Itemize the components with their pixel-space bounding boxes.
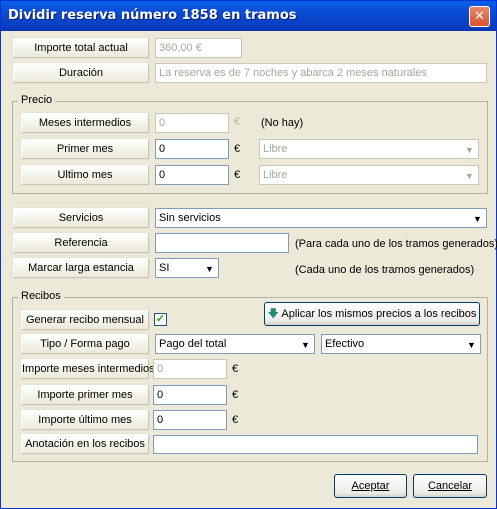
importe-meses-label: Importe meses intermedios [21, 359, 155, 379]
meses-euro: € [234, 116, 241, 128]
forma-pago-select[interactable]: Efectivo ▼ [321, 334, 481, 354]
larga-estancia-value: SI [159, 262, 170, 274]
cancelar-button[interactable]: Cancelar [413, 474, 487, 498]
arrow-down-icon: 🡇 [267, 308, 279, 320]
importe-ultimo-label: Importe último mes [21, 410, 149, 430]
importe-ultimo-input[interactable]: 0 [153, 410, 227, 430]
referencia-note: (Para cada uno de los tramos generados) [295, 238, 497, 250]
importe-total-label: Importe total actual [13, 38, 149, 58]
aplicar-precios-button[interactable]: 🡇 Aplicar los mismos precios a los recib… [264, 302, 480, 326]
importe-primer-label: Importe primer mes [21, 385, 149, 405]
precio-group-title: Precio [18, 94, 56, 106]
importe-meses-euro: € [232, 363, 239, 375]
chevron-down-icon: ▼ [465, 171, 474, 181]
ultimo-mes-label: Ultimo mes [21, 165, 149, 185]
tipo-pago-value: Pago del total [159, 338, 227, 350]
window-title: Dividir reserva número 1858 en tramos [8, 8, 297, 23]
primer-mes-option: Libre [263, 143, 288, 155]
importe-primer-euro: € [232, 389, 239, 401]
forma-pago-value: Efectivo [325, 338, 365, 350]
chevron-down-icon[interactable]: ▼ [298, 336, 313, 352]
referencia-label: Referencia [13, 233, 149, 253]
ultimo-mes-option: Libre [263, 169, 288, 181]
meses-note: (No hay) [261, 117, 304, 129]
primer-euro: € [234, 143, 241, 155]
chevron-down-icon[interactable]: ▼ [464, 336, 479, 352]
anotacion-input[interactable] [153, 435, 478, 454]
aplicar-precios-label: Aplicar los mismos precios a los recibos [281, 308, 477, 320]
cancelar-label: Cancelar [427, 480, 473, 492]
aceptar-button[interactable]: Aceptar [334, 474, 407, 498]
primer-mes-label: Primer mes [21, 139, 149, 159]
importe-ultimo-euro: € [232, 414, 239, 426]
importe-primer-input[interactable]: 0 [153, 385, 227, 405]
tipo-forma-pago-label: Tipo / Forma pago [21, 334, 149, 354]
title-bar[interactable]: Dividir reserva número 1858 en tramos ✕ [1, 1, 496, 31]
larga-estancia-note: (Cada uno de los tramos generados) [295, 264, 475, 276]
meses-intermedios-input: 0 [155, 113, 229, 133]
importe-meses-input: 0 [153, 359, 227, 379]
generar-recibo-label: Generar recibo mensual [21, 310, 149, 330]
servicios-value: Sin servicios [159, 212, 221, 224]
referencia-input[interactable] [155, 233, 289, 253]
ultimo-euro: € [234, 169, 241, 181]
ultimo-mes-input[interactable]: 0 [155, 165, 229, 185]
generar-recibo-checkbox[interactable]: ✓ [154, 313, 167, 326]
duracion-label: Duración [13, 63, 149, 83]
ultimo-mes-select: Libre ▼ [259, 165, 479, 185]
larga-estancia-label: Marcar larga estancia [13, 258, 149, 278]
recibos-group-title: Recibos [18, 290, 64, 302]
anotacion-label: Anotación en los recibos [21, 434, 149, 454]
dialog-window: Dividir reserva número 1858 en tramos ✕ … [0, 0, 497, 509]
meses-intermedios-label: Meses intermedios [21, 113, 149, 133]
primer-mes-select: Libre ▼ [259, 139, 479, 159]
importe-total-field: 360,00 € [155, 38, 242, 58]
larga-estancia-select[interactable]: SI ▼ [155, 258, 219, 278]
chevron-down-icon[interactable]: ▼ [470, 210, 485, 226]
primer-mes-input[interactable]: 0 [155, 139, 229, 159]
servicios-label: Servicios [13, 208, 149, 228]
aceptar-label: Aceptar [351, 480, 390, 492]
duracion-field: La reserva es de 7 noches y abarca 2 mes… [155, 63, 487, 83]
servicios-select[interactable]: Sin servicios ▼ [155, 208, 487, 228]
chevron-down-icon[interactable]: ▼ [202, 260, 217, 276]
close-icon[interactable]: ✕ [469, 6, 490, 27]
tipo-pago-select[interactable]: Pago del total ▼ [155, 334, 315, 354]
chevron-down-icon: ▼ [465, 145, 474, 155]
